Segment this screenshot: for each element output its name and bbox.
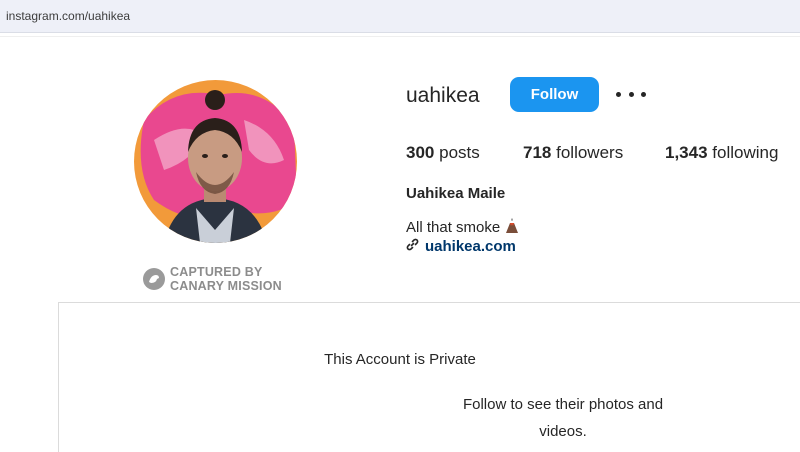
profile-username: uahikea <box>406 84 480 107</box>
volcano-icon <box>505 218 519 237</box>
followers-label: followers <box>556 143 624 162</box>
posts-number: 300 <box>406 143 435 162</box>
follow-button[interactable]: Follow <box>510 77 599 112</box>
profile-website-link[interactable]: uahikea.com <box>406 238 516 255</box>
more-options-icon[interactable] <box>616 84 646 104</box>
address-bar[interactable]: instagram.com/uahikea <box>0 0 800 33</box>
following-link[interactable]: 1,343 following <box>665 143 778 163</box>
profile-avatar[interactable] <box>134 80 297 243</box>
private-account-panel <box>58 302 800 452</box>
watermark-line-2: CANARY MISSION <box>170 279 282 293</box>
divider <box>0 36 800 37</box>
followers-link[interactable]: 718 followers <box>523 143 623 163</box>
bio-text: All that smoke <box>406 219 501 236</box>
dot <box>628 91 634 97</box>
following-label: following <box>712 143 779 162</box>
link-text[interactable]: uahikea.com <box>425 238 516 255</box>
private-title: This Account is Private <box>324 351 476 368</box>
watermark: CAPTURED BY CANARY MISSION <box>143 265 282 293</box>
posts-label: posts <box>439 143 480 162</box>
canary-bird-icon <box>143 268 165 290</box>
following-number: 1,343 <box>665 143 708 162</box>
private-subtitle: Follow to see their photos and videos. <box>462 396 664 440</box>
link-icon <box>406 238 419 255</box>
profile-full-name: Uahikea Maile <box>406 185 506 202</box>
url-text[interactable]: instagram.com/uahikea <box>6 9 130 23</box>
followers-number: 718 <box>523 143 552 162</box>
dot <box>616 91 621 97</box>
profile-bio: All that smoke <box>406 218 519 237</box>
dot <box>641 91 646 97</box>
posts-count: 300 posts <box>406 143 480 163</box>
avatar-image <box>134 80 297 243</box>
watermark-line-1: CAPTURED BY <box>170 265 263 279</box>
